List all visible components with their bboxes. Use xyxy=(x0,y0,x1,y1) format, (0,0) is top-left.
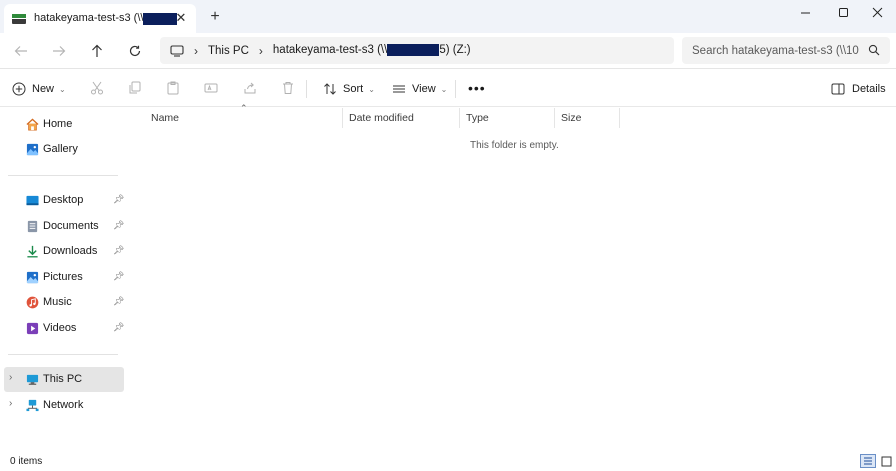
details-pane-button[interactable]: Details xyxy=(831,79,886,99)
divider xyxy=(8,175,118,176)
more-options-button[interactable]: ••• xyxy=(468,78,486,98)
search-box[interactable]: Search hatakeyama-test-s3 (\\10 xyxy=(682,37,890,64)
sidebar-item-desktop[interactable]: Desktop 📌︎ xyxy=(0,188,124,213)
plus-circle-icon xyxy=(12,82,26,96)
divider xyxy=(306,80,307,98)
chevron-right-icon[interactable]: › xyxy=(9,398,12,409)
home-icon xyxy=(26,118,39,131)
search-input[interactable]: Search hatakeyama-test-s3 (\\10 xyxy=(692,45,862,57)
refresh-button[interactable] xyxy=(124,41,146,61)
status-bar: 0 items xyxy=(0,450,896,471)
copy-button[interactable] xyxy=(127,80,143,96)
column-header-date-modified[interactable]: Date modified xyxy=(343,108,460,128)
documents-icon xyxy=(27,220,38,233)
rename-button[interactable] xyxy=(203,80,219,96)
sidebar-item-downloads[interactable]: Downloads 📌︎ xyxy=(0,239,124,264)
navigation-pane: Home Gallery Desktop 📌︎ Documents 📌︎ Dow… xyxy=(0,108,126,448)
chevron-down-icon: ⌄ xyxy=(368,84,375,94)
new-tab-button[interactable]: + xyxy=(207,9,223,25)
network-icon xyxy=(26,399,39,412)
command-bar: New ⌄ Sort ⌄ View ⌄ ••• Details xyxy=(0,70,896,107)
new-button[interactable]: New ⌄ xyxy=(12,79,66,99)
sidebar-item-pictures[interactable]: Pictures 📌︎ xyxy=(0,265,124,290)
redacted-block xyxy=(143,12,178,25)
computer-icon xyxy=(170,44,184,57)
item-count: 0 items xyxy=(10,456,43,467)
this-pc-icon xyxy=(26,374,39,385)
breadcrumb-this-pc[interactable]: This PC xyxy=(208,45,249,57)
sidebar-item-music[interactable]: Music 📌︎ xyxy=(0,290,124,315)
search-icon xyxy=(868,44,880,56)
gallery-icon xyxy=(26,143,39,156)
sidebar-item-videos[interactable]: Videos 📌︎ xyxy=(0,316,124,341)
pin-icon[interactable]: 📌︎ xyxy=(113,271,124,282)
chevron-right-icon: › xyxy=(258,43,263,58)
column-header-size[interactable]: Size xyxy=(555,108,620,128)
delete-button[interactable] xyxy=(280,80,296,96)
chevron-right-icon: › xyxy=(194,43,198,58)
videos-icon xyxy=(26,322,39,335)
divider xyxy=(8,354,118,355)
arrow-right-icon xyxy=(53,46,66,56)
pin-icon[interactable]: 📌︎ xyxy=(113,220,124,231)
scissors-icon xyxy=(91,81,103,95)
pin-icon[interactable]: 📌︎ xyxy=(113,194,124,205)
cut-button[interactable] xyxy=(89,80,105,96)
pictures-icon xyxy=(26,271,39,284)
view-button[interactable]: View ⌄ xyxy=(392,79,447,99)
column-header-type[interactable]: Type xyxy=(460,108,555,128)
paste-button[interactable] xyxy=(165,80,181,96)
tab-current[interactable]: hatakeyama-test-s3 (\\ ✕ xyxy=(4,4,196,33)
breadcrumb-drive[interactable]: hatakeyama-test-s3 (\\ 5) (Z:) xyxy=(273,44,471,57)
file-list[interactable]: ⌃ Name Date modified Type Size This fold… xyxy=(126,103,896,448)
music-icon xyxy=(26,296,39,309)
large-icons-view-button[interactable] xyxy=(878,454,894,468)
arrow-left-icon xyxy=(14,46,27,56)
view-list-icon xyxy=(393,85,405,93)
chevron-right-icon[interactable]: › xyxy=(9,372,12,383)
title-bar: hatakeyama-test-s3 (\\ ✕ + xyxy=(0,0,896,33)
sort-icon xyxy=(324,83,336,95)
details-view-icon xyxy=(864,457,872,465)
clipboard-icon xyxy=(167,81,179,95)
desktop-icon xyxy=(26,195,39,206)
details-view-button[interactable] xyxy=(860,454,876,468)
sidebar-item-this-pc[interactable]: › This PC xyxy=(4,367,124,392)
sidebar-item-home[interactable]: Home xyxy=(0,112,124,137)
column-header-name[interactable]: Name xyxy=(145,108,343,128)
sidebar-item-gallery[interactable]: Gallery xyxy=(0,137,124,162)
chevron-down-icon: ⌄ xyxy=(440,84,448,94)
rename-icon xyxy=(204,83,218,93)
close-tab-icon[interactable]: ✕ xyxy=(174,11,188,25)
details-pane-icon xyxy=(831,83,845,95)
address-row: › This PC › hatakeyama-test-s3 (\\ 5) (Z:… xyxy=(0,33,896,69)
chevron-down-icon: ⌄ xyxy=(59,84,66,94)
tiles-view-icon xyxy=(881,456,891,466)
close-window-button[interactable] xyxy=(858,0,896,24)
empty-folder-message: This folder is empty. xyxy=(470,140,559,151)
pin-icon[interactable]: 📌︎ xyxy=(113,245,124,256)
arrow-up-icon xyxy=(92,44,102,57)
divider xyxy=(455,80,456,98)
network-drive-icon xyxy=(12,13,26,24)
sidebar-item-documents[interactable]: Documents 📌︎ xyxy=(0,214,124,239)
pin-icon[interactable]: 📌︎ xyxy=(113,296,124,307)
refresh-icon xyxy=(129,45,141,57)
share-button[interactable] xyxy=(242,80,258,96)
downloads-icon xyxy=(27,245,38,258)
back-button[interactable] xyxy=(10,41,32,61)
copy-icon xyxy=(129,81,141,94)
tab-title: hatakeyama-test-s3 (\\ xyxy=(34,12,178,25)
sort-button[interactable]: Sort ⌄ xyxy=(323,79,375,99)
sidebar-item-network[interactable]: › Network xyxy=(0,393,124,418)
trash-icon xyxy=(283,82,293,94)
up-button[interactable] xyxy=(86,41,108,61)
share-icon xyxy=(244,82,256,94)
address-bar[interactable]: › This PC › hatakeyama-test-s3 (\\ 5) (Z:… xyxy=(160,37,674,64)
pin-icon[interactable]: 📌︎ xyxy=(113,322,124,333)
redacted-block xyxy=(387,44,440,57)
forward-button[interactable] xyxy=(48,41,70,61)
